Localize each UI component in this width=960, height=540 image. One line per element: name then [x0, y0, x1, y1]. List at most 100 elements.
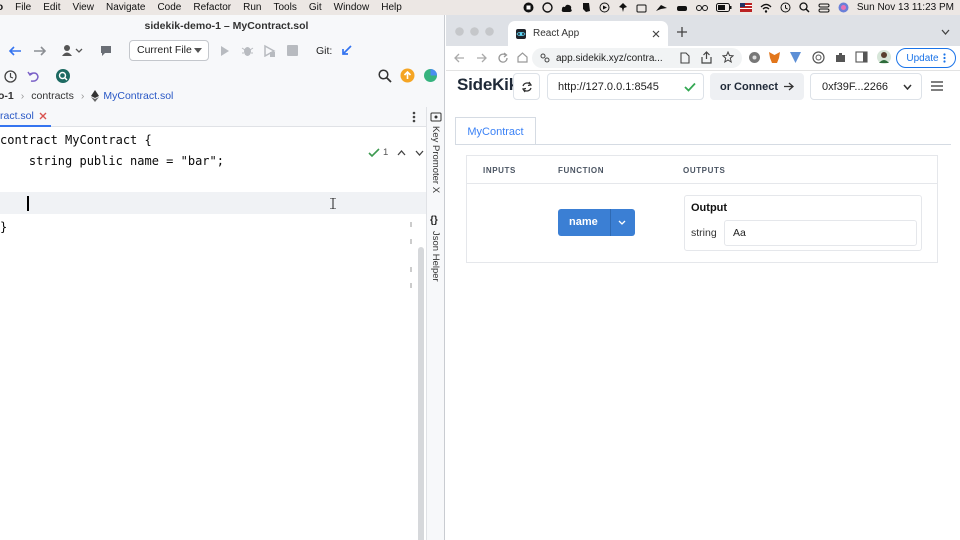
code-line-2: string public name = "bar";: [0, 154, 224, 168]
wallet-extension-icon[interactable]: [789, 51, 802, 64]
stop-icon[interactable]: [287, 45, 298, 56]
forward-arrow-icon[interactable]: [476, 53, 487, 63]
car-icon[interactable]: [676, 3, 688, 13]
chevron-down-icon[interactable]: [415, 150, 424, 156]
browser-tab-strip: React App: [446, 15, 960, 46]
search-everywhere-icon[interactable]: [378, 69, 392, 83]
back-arrow-icon[interactable]: [8, 45, 22, 57]
browser-tab-react-app[interactable]: React App: [508, 21, 668, 46]
spotlight-search-icon[interactable]: [799, 2, 810, 13]
inspection-widget[interactable]: 1: [368, 147, 424, 158]
editor-scrollbar[interactable]: [418, 247, 424, 540]
menu-tools[interactable]: Tools: [268, 2, 303, 13]
hamburger-menu-icon[interactable]: [931, 81, 943, 91]
breadcrumb-file[interactable]: MyContract.sol: [103, 90, 173, 102]
clock-text[interactable]: Sun Nov 13 11:23 PM: [857, 2, 954, 13]
window-zoom-dot[interactable]: [485, 27, 494, 36]
menu-app[interactable]: o: [0, 2, 9, 13]
breadcrumb-project[interactable]: o-1: [0, 90, 14, 102]
plugin-search-icon[interactable]: [55, 68, 71, 84]
browser-tab-title: React App: [533, 28, 580, 39]
menu-refactor[interactable]: Refactor: [187, 2, 237, 13]
share-icon[interactable]: [701, 51, 712, 64]
connect-button[interactable]: or Connect: [710, 73, 804, 100]
cloud-icon[interactable]: [561, 3, 573, 13]
forward-arrow-icon[interactable]: [33, 45, 47, 57]
bird-icon[interactable]: [655, 3, 668, 13]
rollback-icon[interactable]: [27, 70, 40, 83]
battery-icon[interactable]: [715, 3, 732, 12]
jetbrains-ai-icon[interactable]: [423, 68, 438, 83]
history-clock-icon[interactable]: [4, 70, 17, 83]
refresh-button[interactable]: [513, 73, 540, 100]
menu-help[interactable]: Help: [375, 2, 408, 13]
chevron-down-icon[interactable]: [618, 220, 626, 225]
page-icon[interactable]: [680, 52, 690, 64]
debug-icon[interactable]: [241, 44, 254, 57]
output-card: Output string Aa: [684, 195, 922, 251]
git-update-icon[interactable]: [340, 44, 353, 57]
ide-update-icon[interactable]: [400, 68, 415, 83]
reload-icon[interactable]: [497, 52, 509, 64]
code-editor[interactable]: contract MyContract { string public name…: [0, 127, 426, 540]
close-tab-icon[interactable]: [652, 30, 660, 38]
editor-tab-label: ract.sol: [0, 110, 34, 122]
window-minimize-dot[interactable]: [470, 27, 479, 36]
app-tray-icon[interactable]: [542, 2, 553, 13]
menu-window[interactable]: Window: [328, 2, 376, 13]
menu-git[interactable]: Git: [303, 2, 328, 13]
cards-icon[interactable]: [636, 3, 647, 13]
glasses-icon[interactable]: [695, 3, 708, 13]
contract-tab[interactable]: MyContract: [455, 117, 536, 145]
metamask-fox-icon[interactable]: [768, 51, 781, 64]
output-value-field[interactable]: Aa: [724, 220, 917, 246]
ide-window: sidekik-demo-1 – MyContract.sol Current …: [0, 15, 445, 540]
run-icon[interactable]: [220, 45, 230, 57]
menu-code[interactable]: Code: [151, 2, 187, 13]
menu-view[interactable]: View: [66, 2, 100, 13]
json-helper-tool[interactable]: Json Helper: [430, 231, 441, 282]
extension-puzzle-icon[interactable]: [748, 51, 761, 64]
account-select[interactable]: 0xf39F...2266: [810, 73, 922, 100]
back-arrow-icon[interactable]: [454, 53, 465, 63]
key-promoter-icon[interactable]: [430, 112, 442, 122]
new-tab-icon[interactable]: [677, 27, 687, 37]
rpc-url-input[interactable]: http://127.0.0.1:8545: [547, 73, 704, 100]
close-tab-icon[interactable]: [39, 112, 47, 120]
home-icon[interactable]: [517, 52, 528, 63]
play-icon[interactable]: [599, 2, 610, 13]
menu-edit[interactable]: Edit: [37, 2, 66, 13]
siri-icon[interactable]: [838, 2, 849, 13]
evernote-icon[interactable]: [581, 2, 591, 13]
control-center-icon[interactable]: [818, 3, 830, 13]
extensions-icon[interactable]: [834, 51, 847, 64]
wifi-icon[interactable]: [760, 3, 772, 13]
comment-icon[interactable]: [99, 44, 113, 57]
menu-run[interactable]: Run: [237, 2, 267, 13]
menu-file[interactable]: File: [9, 2, 37, 13]
key-promoter-tool[interactable]: Key Promoter X: [430, 126, 441, 193]
pin-icon[interactable]: [618, 2, 628, 13]
chevron-up-icon[interactable]: [397, 149, 406, 156]
browser-update-button[interactable]: Update: [896, 48, 956, 68]
coverage-icon[interactable]: [263, 44, 276, 57]
connect-button-label: or Connect: [719, 80, 779, 93]
bookmark-star-icon[interactable]: [722, 51, 734, 63]
side-panel-icon[interactable]: [855, 51, 868, 63]
menu-navigate[interactable]: Navigate: [100, 2, 151, 13]
site-info-icon[interactable]: [540, 53, 550, 63]
window-close-dot[interactable]: [455, 27, 464, 36]
editor-tab-mycontract[interactable]: ract.sol: [0, 107, 51, 127]
function-call-button[interactable]: name: [558, 209, 635, 236]
profile-avatar[interactable]: [877, 50, 891, 64]
tab-search-chevron-icon[interactable]: [941, 29, 950, 35]
vcs-user-icon[interactable]: [61, 44, 83, 57]
breadcrumb-folder[interactable]: contracts: [31, 90, 74, 102]
run-configuration-select[interactable]: Current File: [129, 40, 209, 61]
record-icon[interactable]: [523, 2, 534, 13]
flag-icon[interactable]: [739, 3, 752, 12]
extension-circle-icon[interactable]: [812, 51, 825, 64]
json-braces-icon[interactable]: {}: [430, 215, 438, 226]
history-icon[interactable]: [780, 2, 791, 13]
more-options-icon[interactable]: [412, 111, 416, 123]
